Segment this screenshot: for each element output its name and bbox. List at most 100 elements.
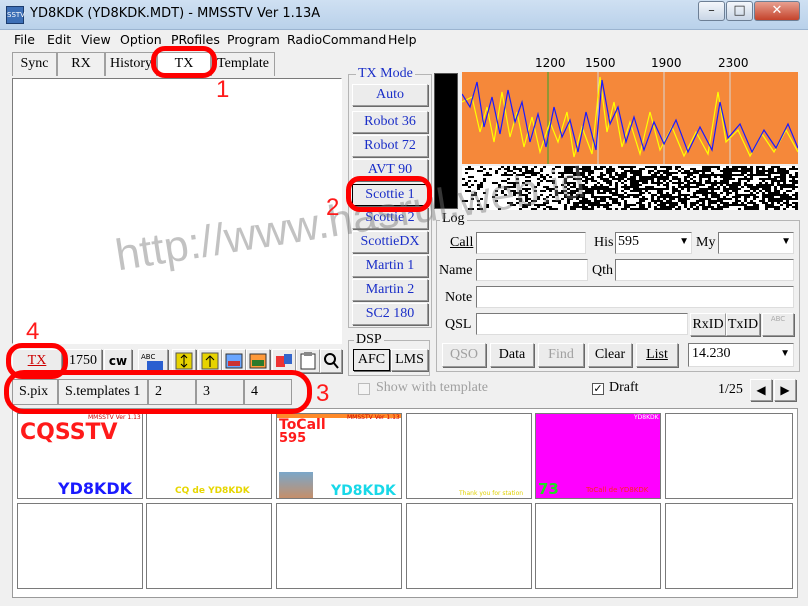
clipboard-icon[interactable]: [296, 349, 320, 373]
my-label: My: [696, 235, 716, 250]
mode-scottiedx[interactable]: ScottieDX: [352, 231, 428, 253]
mode-robot72[interactable]: Robot 72: [352, 135, 428, 157]
chevron-down-icon: ▼: [780, 348, 790, 359]
thumbnail-12[interactable]: [665, 503, 793, 589]
name-label: Name: [439, 263, 473, 278]
window-title: YD8KDK (YD8KDK.MDT) - MMSSTV Ver 1.13A: [30, 6, 321, 21]
list-button[interactable]: List: [636, 343, 678, 367]
tx-mode-title: TX Mode: [356, 66, 415, 82]
app-icon: SSTV: [6, 6, 25, 24]
thumb1-bottom: YD8KDK: [58, 479, 133, 498]
thumbnail-10[interactable]: [406, 503, 532, 589]
abc-label: ABC: [770, 315, 786, 323]
rxid-button[interactable]: RxID: [690, 313, 726, 336]
mode-sc2-180[interactable]: SC2 180: [352, 303, 428, 325]
chevron-down-icon: ▼: [781, 236, 791, 247]
menu-edit[interactable]: Edit: [47, 32, 71, 47]
thumb3-bottom: YD8KDK: [331, 483, 396, 499]
tick-1200: 1200: [535, 56, 566, 70]
lms-button[interactable]: LMS: [391, 349, 428, 371]
close-icon[interactable]: ✕: [754, 1, 800, 21]
prev-page-icon[interactable]: ◀: [750, 379, 772, 401]
thumb5-main: 73: [538, 480, 559, 498]
thumbnail-3[interactable]: MMSSTV Ver 1.13 ToCall 595 YD8KDK: [276, 413, 402, 499]
mode-robot36[interactable]: Robot 36: [352, 111, 428, 133]
tab-sync[interactable]: Sync: [12, 52, 57, 76]
his-select[interactable]: 595 ▼: [615, 232, 692, 254]
thumbnail-4[interactable]: Thank you for station: [406, 413, 532, 499]
qso-button[interactable]: QSO: [442, 343, 486, 367]
draft-label: Draft: [609, 380, 639, 395]
log-title: Log: [440, 211, 467, 227]
call-label: Call: [450, 235, 474, 250]
mode-auto[interactable]: Auto: [352, 84, 428, 106]
minimize-icon[interactable]: –: [698, 1, 725, 21]
qsl-label: QSL: [445, 317, 472, 332]
thumb5-bottom: ToCall de YD8KDK: [586, 486, 649, 494]
frequency-value: 14.230: [692, 346, 731, 361]
find-button[interactable]: Find: [538, 343, 584, 367]
menu-file[interactable]: File: [14, 32, 35, 47]
thumb5-top: YD8KDK: [634, 414, 659, 421]
annotation-2: 2: [326, 194, 340, 221]
note-label: Note: [445, 290, 473, 305]
tick-1500: 1500: [585, 56, 616, 70]
menu-bar: File Edit View Option PRofiles Program R…: [0, 30, 808, 50]
highlight-tx-tab: [151, 46, 217, 78]
dsp-title: DSP: [354, 332, 384, 348]
waterfall-display[interactable]: [462, 166, 798, 210]
call-input[interactable]: [476, 232, 586, 254]
next-page-icon[interactable]: ▶: [774, 379, 796, 401]
qsl-input[interactable]: [476, 313, 688, 335]
maximize-icon[interactable]: □: [726, 1, 753, 21]
thumbnail-6[interactable]: [665, 413, 793, 499]
qth-input[interactable]: [615, 259, 794, 281]
afc-button[interactable]: AFC: [353, 349, 390, 371]
his-label: His: [594, 235, 614, 250]
thumbnail-7[interactable]: [17, 503, 143, 589]
note-input[interactable]: [476, 286, 794, 308]
thumb3-photo: [279, 472, 313, 498]
menu-view[interactable]: View: [81, 32, 111, 47]
thumbnail-1[interactable]: MMSSTV Ver 1.13 CQSSTV YD8KDK: [17, 413, 143, 499]
tab-rx[interactable]: RX: [57, 52, 105, 76]
thumb2-bottom: CQ de YD8KDK: [175, 486, 250, 496]
spectrum-scale: 1200 1500 1900 2300: [462, 56, 798, 72]
show-template-checkbox[interactable]: [358, 383, 370, 395]
abc-button[interactable]: ABC: [762, 313, 794, 336]
spectrum-display[interactable]: [462, 72, 798, 164]
tab-history[interactable]: History: [105, 52, 157, 76]
name-input[interactable]: [476, 259, 588, 281]
my-select[interactable]: ▼: [718, 232, 794, 254]
annotation-4: 4: [26, 318, 40, 345]
thumb3-top: MMSSTV Ver 1.13: [347, 414, 400, 421]
thumbnail-2[interactable]: CQ de YD8KDK: [146, 413, 272, 499]
annotation-3: 3: [316, 380, 330, 407]
thumbnail-9[interactable]: [276, 503, 402, 589]
txid-button[interactable]: TxID: [726, 313, 760, 336]
draft-checkbox[interactable]: ✓: [592, 383, 604, 395]
clear-button[interactable]: Clear: [588, 343, 632, 367]
thumb1-main: CQSSTV: [20, 420, 118, 445]
mode-martin1[interactable]: Martin 1: [352, 255, 428, 277]
data-button[interactable]: Data: [490, 343, 534, 367]
menu-profiles[interactable]: PRofiles: [171, 32, 220, 47]
thumb4-bottom: Thank you for station: [459, 490, 524, 497]
highlight-tx-button: [6, 343, 68, 379]
show-template-label: Show with template: [376, 380, 488, 395]
menu-program[interactable]: Program: [227, 32, 280, 47]
menu-help[interactable]: Help: [388, 32, 417, 47]
thumbnail-5[interactable]: YD8KDK 73 ToCall de YD8KDK: [535, 413, 661, 499]
annotation-1: 1: [216, 76, 230, 103]
zoom-icon[interactable]: [320, 349, 342, 373]
mode-martin2[interactable]: Martin 2: [352, 279, 428, 301]
tx-image-canvas[interactable]: [12, 78, 342, 344]
highlight-scottie1: [346, 176, 432, 212]
frequency-select[interactable]: 14.230 ▼: [688, 343, 794, 367]
thumbnail-8[interactable]: [146, 503, 272, 589]
menu-radiocommand[interactable]: RadioCommand: [287, 32, 386, 47]
tab-template[interactable]: Template: [211, 52, 275, 76]
menu-option[interactable]: Option: [120, 32, 162, 47]
page-indicator: 1/25: [718, 382, 743, 397]
thumbnail-11[interactable]: [535, 503, 661, 589]
